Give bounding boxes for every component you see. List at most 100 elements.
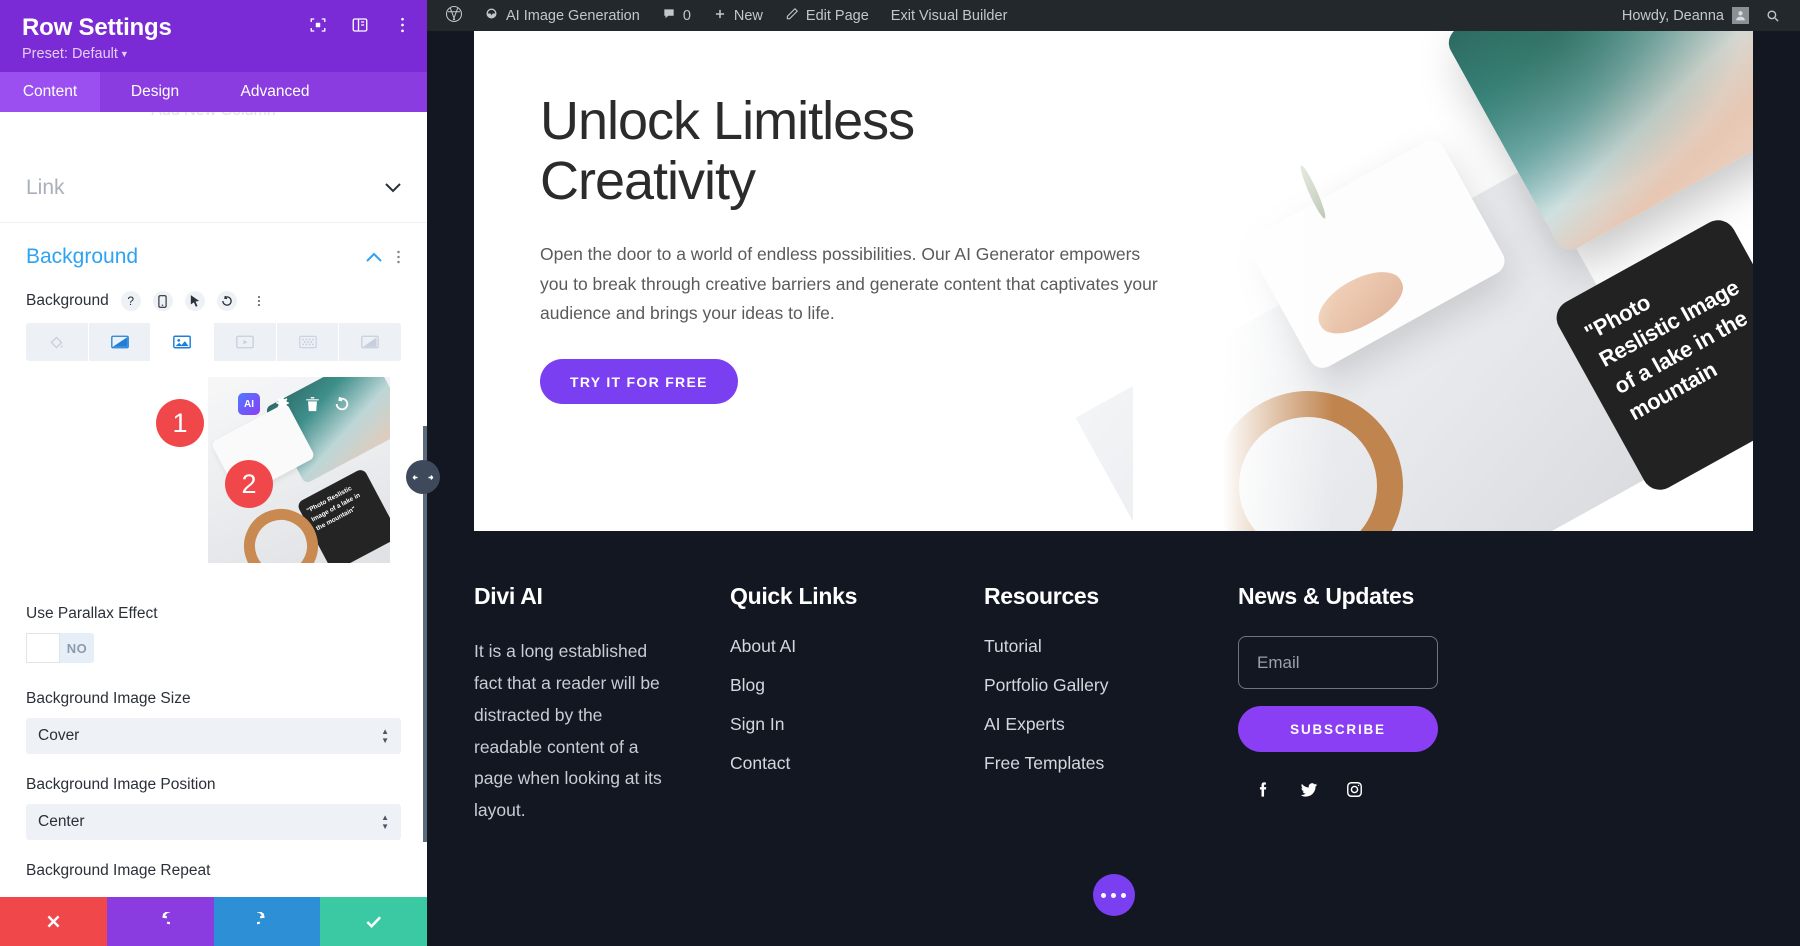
- footer-about-text: It is a long established fact that a rea…: [474, 641, 662, 821]
- background-control-header: Background ?: [26, 291, 401, 311]
- ellipsis-icon-dot: [1121, 892, 1126, 898]
- footer-heading-divi-ai: Divi AI: [474, 583, 543, 609]
- preset-label: Preset: Default: [22, 45, 118, 62]
- background-label: Background: [26, 292, 109, 309]
- adminbar-item-new[interactable]: New: [702, 0, 774, 31]
- footer-column-resources: Resources Tutorial Portfolio Gallery AI …: [984, 583, 1238, 827]
- panel-header-icons: [307, 14, 413, 36]
- divi-menu-button[interactable]: [1092, 874, 1135, 916]
- help-icon[interactable]: ?: [120, 291, 141, 311]
- adminbar-item-exit-builder[interactable]: Exit Visual Builder: [880, 0, 1019, 31]
- avatar[interactable]: [1732, 7, 1749, 24]
- field-label-parallax: Use Parallax Effect: [26, 605, 158, 622]
- more-vertical-icon[interactable]: [249, 291, 269, 311]
- adminbar-site-label: AI Image Generation: [506, 7, 640, 24]
- background-control-group: Background ? "Photo Reslistic Image of a…: [0, 275, 427, 563]
- background-mask-icon[interactable]: [339, 323, 401, 361]
- toggle-value: NO: [66, 640, 88, 656]
- instagram-icon[interactable]: [1345, 780, 1364, 800]
- try-it-for-free-button[interactable]: TRY IT FOR FREE: [540, 359, 738, 405]
- adminbar-item-edit-page[interactable]: Edit Page: [774, 0, 880, 31]
- adminbar-item-comments[interactable]: 0: [651, 0, 702, 31]
- row-settings-panel: Row Settings Preset: Default ▼ Content D…: [0, 0, 427, 946]
- footer-column-divi-ai: Divi AI It is a long established fact th…: [474, 583, 730, 827]
- parallax-toggle[interactable]: NO: [26, 633, 94, 663]
- ellipsis-icon-dot: [1101, 892, 1106, 898]
- chevron-up-icon[interactable]: [366, 250, 382, 264]
- field-use-parallax-effect: Use Parallax Effect NO: [0, 605, 427, 668]
- more-vertical-icon[interactable]: [396, 249, 401, 265]
- redo-button[interactable]: [213, 897, 321, 946]
- tab-content[interactable]: Content: [0, 72, 100, 112]
- background-image-icon[interactable]: [151, 323, 215, 361]
- hero-artwork: "Photo Reslistic Image of a lake in the …: [1075, 31, 1753, 531]
- gear-icon[interactable]: [274, 396, 291, 413]
- site-icon: [484, 6, 499, 25]
- search-icon[interactable]: [1749, 8, 1792, 23]
- footer-link-sign-in[interactable]: Sign In: [730, 714, 984, 735]
- accordion-link[interactable]: Link: [0, 154, 427, 223]
- discard-button[interactable]: [0, 897, 107, 946]
- preset-selector[interactable]: Preset: Default ▼: [22, 46, 405, 62]
- adminbar-item-wordpress[interactable]: [435, 0, 473, 31]
- subscribe-button[interactable]: SUBSCRIBE: [1238, 706, 1438, 752]
- footer-link-tutorial[interactable]: Tutorial: [984, 636, 1238, 657]
- panel-footer-actions: [0, 897, 427, 946]
- hero-paragraph: Open the door to a world of endless poss…: [540, 243, 1158, 324]
- footer-link-blog[interactable]: Blog: [730, 675, 984, 696]
- field-label-image-position: Background Image Position: [26, 776, 216, 793]
- comment-icon: [662, 7, 676, 25]
- panel-header: Row Settings Preset: Default ▼: [0, 0, 427, 72]
- footer-link-about-ai[interactable]: About AI: [730, 636, 984, 657]
- adminbar-right: Howdy, Deanna: [1622, 0, 1792, 31]
- reset-icon[interactable]: [216, 291, 237, 311]
- undo-button[interactable]: [106, 897, 214, 946]
- footer-link-ai-experts[interactable]: AI Experts: [984, 714, 1238, 735]
- focus-icon[interactable]: [307, 14, 329, 36]
- save-button[interactable]: [320, 897, 427, 946]
- adminbar-exit-label: Exit Visual Builder: [890, 7, 1008, 24]
- prompt-card-text: "Photo Reslistic Image of a lake in the …: [1580, 274, 1752, 426]
- reset-icon[interactable]: [334, 396, 350, 412]
- facebook-icon[interactable]: [1254, 780, 1273, 800]
- footer-link-portfolio-gallery[interactable]: Portfolio Gallery: [984, 675, 1238, 696]
- background-gradient-icon[interactable]: [88, 323, 152, 361]
- accordion-link-label: Link: [26, 176, 65, 199]
- hero-section: "Photo Reslistic Image of a lake in the …: [474, 31, 1753, 531]
- panel-resize-handle[interactable]: [406, 460, 440, 494]
- tab-advanced[interactable]: Advanced: [210, 72, 340, 112]
- more-vertical-icon[interactable]: [391, 14, 413, 36]
- adminbar-item-site[interactable]: AI Image Generation: [473, 0, 651, 31]
- background-video-icon[interactable]: [214, 323, 277, 361]
- wp-admin-bar: AI Image Generation 0 New Edit Page Exit…: [427, 0, 1800, 31]
- page-title: Unlock Limitless Creativity: [540, 91, 915, 212]
- footer-link-contact[interactable]: Contact: [730, 753, 984, 774]
- footer-heading-quick-links: Quick Links: [730, 583, 858, 609]
- email-field[interactable]: [1238, 636, 1438, 689]
- cursor-icon[interactable]: [184, 291, 205, 311]
- adminbar-edit-label: Edit Page: [805, 7, 869, 24]
- comment-count: 0: [682, 7, 691, 24]
- field-label-image-repeat: Background Image Repeat: [26, 862, 211, 879]
- layout-icon[interactable]: [349, 14, 371, 36]
- background-image-preview-wrap: "Photo Reslistic Image of a lake in the …: [26, 377, 401, 563]
- add-new-column-label: Add New Column: [151, 112, 276, 120]
- ai-badge[interactable]: AI: [238, 393, 260, 415]
- mobile-icon[interactable]: [152, 291, 173, 311]
- chevron-down-icon: ▼: [119, 48, 129, 59]
- footer-heading-resources: Resources: [984, 583, 1099, 609]
- background-image-size-select[interactable]: Cover ▲ ▼: [26, 718, 401, 754]
- twitter-icon[interactable]: [1299, 780, 1319, 800]
- background-image-position-select[interactable]: Center ▲ ▼: [26, 804, 401, 840]
- accordion-background-label: Background: [26, 245, 139, 268]
- background-color-icon[interactable]: [26, 323, 89, 361]
- adminbar-howdy[interactable]: Howdy, Deanna: [1622, 8, 1724, 24]
- background-pattern-icon[interactable]: [276, 323, 340, 361]
- field-background-image-repeat: Background Image Repeat: [0, 862, 427, 880]
- accordion-background[interactable]: Background: [0, 223, 427, 275]
- trash-icon[interactable]: [305, 396, 320, 412]
- app-root: AI Image Generation 0 New Edit Page Exit…: [0, 0, 1800, 946]
- footer-link-free-templates[interactable]: Free Templates: [984, 753, 1238, 774]
- tab-design[interactable]: Design: [100, 72, 210, 112]
- add-new-column-ghost: Add New Column: [0, 112, 427, 154]
